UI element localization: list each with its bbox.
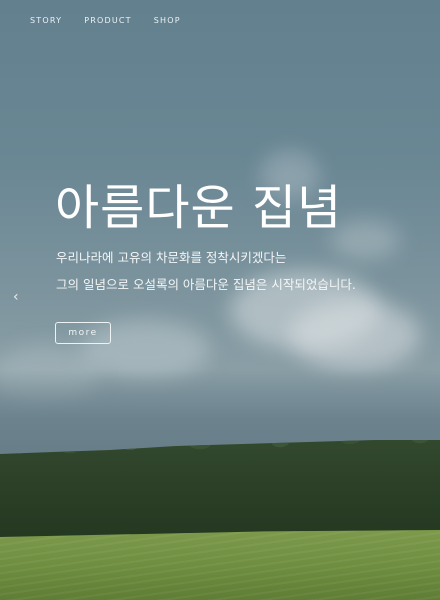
hero-background-image — [0, 0, 440, 600]
more-button[interactable]: more — [55, 322, 111, 344]
tea-field — [0, 530, 440, 600]
prev-slide-icon[interactable]: ‹ — [13, 290, 19, 304]
top-nav: STORY PRODUCT SHOP — [30, 16, 181, 25]
hero-title: 아름다운 집념 — [55, 180, 343, 236]
nav-item-story[interactable]: STORY — [30, 16, 62, 25]
nav-item-shop[interactable]: SHOP — [154, 16, 181, 25]
hero-description: 우리나라에 고유의 차문화를 정착시키겠다는 그의 일념으로 오설록의 아름다운… — [56, 244, 356, 298]
forest — [0, 440, 440, 540]
nav-item-product[interactable]: PRODUCT — [84, 16, 132, 25]
hero-description-line-1: 우리나라에 고유의 차문화를 정착시키겠다는 — [56, 250, 287, 265]
hero-description-line-2: 그의 일념으로 오설록의 아름다운 집념은 시작되었습니다. — [56, 277, 356, 292]
